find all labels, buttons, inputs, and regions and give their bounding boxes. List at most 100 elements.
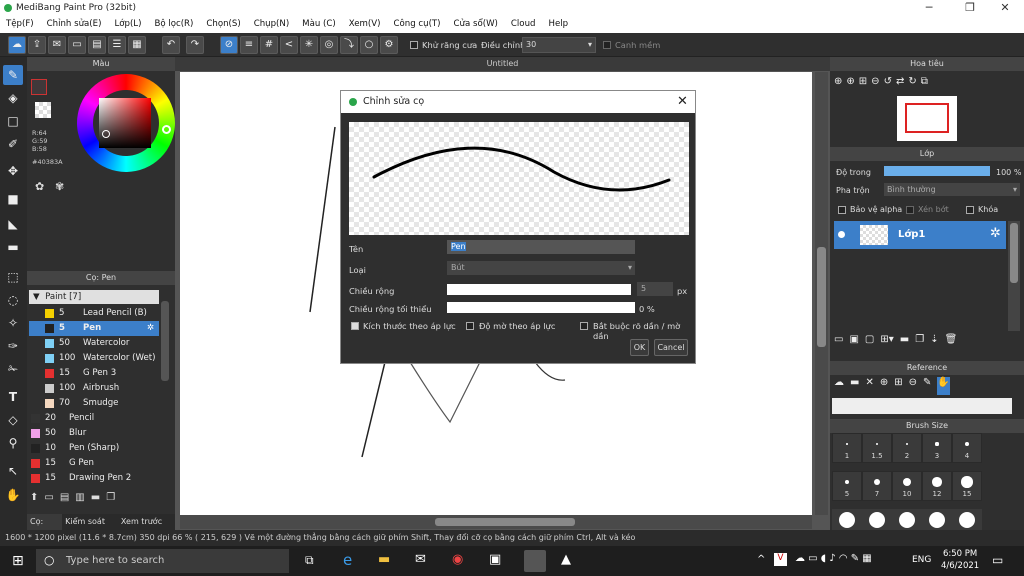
rotate-left-icon[interactable]: ↺ <box>884 76 892 94</box>
brush-list-scrollbar[interactable] <box>161 301 169 381</box>
tray-icons[interactable]: ☁ ▭ ◖ ♪ ◠ ✎ ▦ <box>795 553 872 564</box>
brush-group-header[interactable]: ▼ Paint [7] <box>29 290 159 304</box>
clock-date[interactable]: 4/6/2021 <box>941 561 979 571</box>
grid-icon[interactable]: ▦ <box>128 36 146 54</box>
antialias-checkbox[interactable] <box>410 41 418 49</box>
new-layer-1bit-icon[interactable]: ▢ <box>865 334 874 350</box>
protect-alpha-checkbox[interactable] <box>838 206 846 214</box>
brush-size-cell[interactable]: 15 <box>952 471 982 501</box>
menu-cloud[interactable]: Cloud <box>505 17 543 33</box>
gradient-tool-icon[interactable]: ▬ <box>3 237 23 257</box>
document-icon[interactable]: ▤ <box>88 36 106 54</box>
duplicate-layer-icon[interactable]: ❐ <box>915 334 924 350</box>
radial-snap-icon[interactable]: ✳ <box>300 36 318 54</box>
reference-zoom-out-icon[interactable]: ⊖ <box>909 377 917 395</box>
reference-zoom-in-icon[interactable]: ⊕ <box>880 377 888 395</box>
layer-scrollbar[interactable] <box>1008 221 1020 331</box>
brush-folder-icon[interactable]: ▬ <box>91 492 100 508</box>
tab-brush-preview[interactable]: Xem trước cọ <box>118 514 175 542</box>
language-indicator[interactable]: ENG <box>912 555 931 565</box>
menu-help[interactable]: Help <box>542 17 575 33</box>
canvas-tab[interactable]: Untitled <box>175 57 830 71</box>
parallel-snap-icon[interactable]: ≡ <box>240 36 258 54</box>
brush-size-cell[interactable] <box>832 509 862 530</box>
flip-icon[interactable]: ⇄ <box>896 76 904 94</box>
brush-item[interactable]: 5 Pen ✲ <box>29 321 159 336</box>
brush-size-cell[interactable]: 7 <box>862 471 892 501</box>
navigator-preview[interactable] <box>897 96 957 141</box>
vanish-snap-icon[interactable]: < <box>280 36 298 54</box>
dot-tool-icon[interactable]: □ <box>3 111 23 131</box>
brush-add-icon[interactable]: ⬆ <box>30 492 38 508</box>
new-layer-8bit-icon[interactable]: ▣ <box>849 334 858 350</box>
brush-size-cell[interactable]: 2 <box>892 433 922 463</box>
name-input[interactable]: Pen <box>447 240 635 254</box>
reference-fit-icon[interactable]: ⊞ <box>894 377 902 395</box>
min-width-slider[interactable] <box>447 302 635 313</box>
menu-snap[interactable]: Chụp(N) <box>248 17 296 33</box>
menu-file[interactable]: Tệp(F) <box>0 17 41 33</box>
menu-view[interactable]: Xem(V) <box>343 17 388 33</box>
pressure-size-checkbox[interactable] <box>351 322 359 330</box>
opacity-slider[interactable] <box>884 166 990 176</box>
visibility-icon[interactable] <box>838 231 845 238</box>
chrome-icon[interactable]: ◉ <box>452 552 463 567</box>
layer-settings-icon[interactable]: ✲ <box>990 226 1001 241</box>
type-select[interactable]: Bút ▾ <box>447 261 635 275</box>
redo-icon[interactable]: ↷ <box>186 36 204 54</box>
saturation-square[interactable] <box>99 98 151 148</box>
brush-size-cell[interactable] <box>952 509 982 530</box>
brush-size-cell[interactable] <box>892 509 922 530</box>
force-fade-checkbox[interactable] <box>580 322 588 330</box>
blend-select[interactable]: Bình thường ▾ <box>884 183 1020 196</box>
menu-edit[interactable]: Chỉnh sửa(E) <box>41 17 109 33</box>
brush-size-cell[interactable]: 5 <box>832 471 862 501</box>
ellipse-snap-icon[interactable]: ○ <box>360 36 378 54</box>
brush-item[interactable]: 15 G Pen 3 <box>29 366 159 381</box>
chat-icon[interactable]: ✉ <box>48 36 66 54</box>
cross-snap-icon[interactable]: # <box>260 36 278 54</box>
chevron-up-icon[interactable]: ^ <box>757 554 765 565</box>
ok-button[interactable]: OK <box>630 339 649 356</box>
menu-select[interactable]: Chọn(S) <box>200 17 247 33</box>
select-pen-tool-icon[interactable]: ✑ <box>3 336 23 356</box>
palette-add-icon[interactable]: ✾ <box>55 180 69 194</box>
cloud-icon[interactable]: ☁ <box>8 36 26 54</box>
pressure-opacity-checkbox[interactable] <box>466 322 474 330</box>
undo-icon[interactable]: ↶ <box>162 36 180 54</box>
circle-snap-icon[interactable]: ◎ <box>320 36 338 54</box>
brush-size-cell[interactable] <box>862 509 892 530</box>
curve-snap-icon[interactable]: ⤵ <box>340 36 358 54</box>
brush-item[interactable]: 100 Watercolor (Wet) <box>29 351 159 366</box>
brush-item[interactable]: 100 Airbrush <box>29 381 159 396</box>
reference-cloud-icon[interactable]: ☁ <box>834 377 844 395</box>
menu-window[interactable]: Cửa sổ(W) <box>448 17 505 33</box>
brush-item[interactable]: 15 Drawing Pen 2 <box>29 471 159 486</box>
compare-icon[interactable]: ⧉ <box>921 76 928 94</box>
snap-checkbox[interactable] <box>603 41 611 49</box>
edge-icon[interactable]: e <box>343 551 352 569</box>
hue-handle[interactable] <box>162 125 171 134</box>
menu-filter[interactable]: Bộ lọc(R) <box>148 17 200 33</box>
select-eraser-icon[interactable]: ✁ <box>3 359 23 379</box>
reference-open-icon[interactable]: ▬ <box>850 377 859 395</box>
fill-rect-icon[interactable]: ■ <box>3 189 23 209</box>
vivaldi-tray-icon[interactable]: V <box>774 553 787 566</box>
merge-layer-icon[interactable]: ⇣ <box>930 334 938 350</box>
primary-color-swatch[interactable] <box>31 79 47 95</box>
palette-icon[interactable]: ✿ <box>35 180 49 194</box>
taskbar-search[interactable]: ○ Type here to search <box>36 549 289 573</box>
transparent-swatch[interactable] <box>35 102 51 118</box>
reference-picker-icon[interactable]: ✎ <box>923 377 931 395</box>
brush-settings-icon[interactable]: ✲ <box>147 321 154 336</box>
select-rect-icon[interactable]: ⬚ <box>3 267 23 287</box>
bucket-tool-icon[interactable]: ◣ <box>3 214 23 234</box>
fit-icon[interactable]: ⊞ <box>859 76 867 94</box>
brush-item[interactable]: 50 Watercolor <box>29 336 159 351</box>
horizontal-scroll-thumb[interactable] <box>435 518 575 526</box>
brush-new-icon[interactable]: ▭ <box>44 492 53 508</box>
navigator-viewport[interactable] <box>905 103 949 133</box>
brush-item[interactable]: 50 Blur <box>29 426 159 441</box>
zoom-out-icon[interactable]: ⊖ <box>871 76 879 94</box>
minimize-button[interactable]: ─ <box>914 1 944 14</box>
